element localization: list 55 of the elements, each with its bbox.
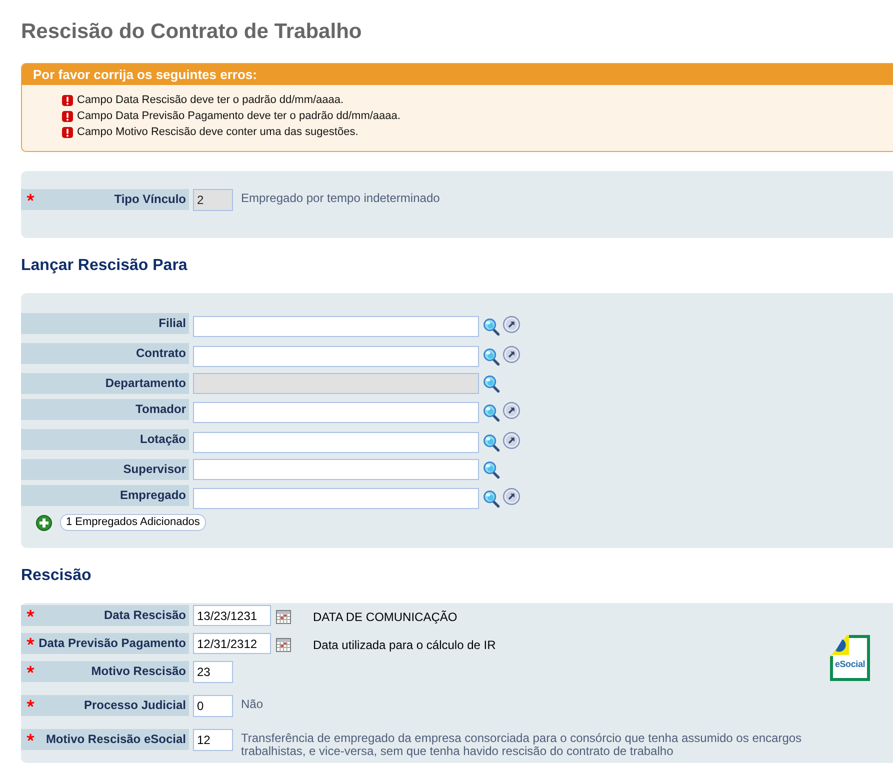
text-field[interactable] xyxy=(193,316,479,337)
field-description: Transferência de empregado da empresa consorciada para o consórcio que tenha assumido os encargos trabalhistas, e vice-versa, sem que tenha havido rescisão do contrato de trabalho xyxy=(241,730,803,758)
calendar-icon[interactable] xyxy=(276,610,291,624)
text-field[interactable] xyxy=(193,346,479,367)
error-icon xyxy=(62,126,73,138)
add-icon[interactable] xyxy=(36,514,52,530)
error-icon xyxy=(62,94,73,106)
field-label: Departamento xyxy=(105,375,186,392)
field-label: Tipo Vínculo xyxy=(114,191,186,208)
field-label: Lotação xyxy=(140,431,186,448)
field-label: Data Previsão Pagamento xyxy=(38,635,186,652)
error-message: Campo Data Rescisão deve ter o padrão dd/mm/aaaa. xyxy=(77,93,344,108)
error-message: Campo Data Previsão Pagamento deve ter o padrão dd/mm/aaaa. xyxy=(77,109,400,124)
search-icon[interactable] xyxy=(483,318,500,336)
error-message: Campo Motivo Rescisão deve conter uma das sugestões. xyxy=(77,125,358,140)
field-description: Empregado por tempo indeterminado xyxy=(241,190,440,205)
field-label: Processo Judicial xyxy=(84,697,186,714)
field-label: Tomador xyxy=(136,401,186,418)
search-icon[interactable] xyxy=(483,490,500,508)
arrow-circle-icon[interactable] xyxy=(503,488,520,505)
calendar-icon[interactable] xyxy=(276,638,291,652)
arrow-circle-icon[interactable] xyxy=(503,316,520,333)
text-field[interactable] xyxy=(193,459,479,480)
section-heading: Rescisão xyxy=(21,566,92,586)
arrow-circle-icon[interactable] xyxy=(503,346,520,363)
text-field[interactable]: 12 xyxy=(193,729,233,751)
arrow-circle-icon[interactable] xyxy=(503,432,520,449)
field-label: Filial xyxy=(158,315,186,332)
field-label: Motivo Rescisão xyxy=(91,663,186,680)
search-icon[interactable] xyxy=(483,434,500,452)
field-label: Supervisor xyxy=(123,461,186,478)
field-label: Empregado xyxy=(120,487,186,504)
page-title: Rescisão do Contrato de Trabalho xyxy=(21,19,363,45)
text-field[interactable] xyxy=(193,488,479,509)
error-header: Por favor corrija os seguintes erros: xyxy=(22,64,893,85)
error-icon xyxy=(62,110,73,122)
logo: eSocial xyxy=(830,635,870,681)
search-icon[interactable] xyxy=(483,461,500,479)
section-heading: Lançar Rescisão Para xyxy=(21,256,188,276)
search-icon[interactable] xyxy=(483,404,500,422)
arrow-circle-icon[interactable] xyxy=(503,402,520,419)
text-field[interactable]: 23 xyxy=(193,661,233,683)
field-label: Data Rescisão xyxy=(104,607,186,624)
text-field[interactable]: 12/31/2312 xyxy=(193,633,271,654)
text-field[interactable] xyxy=(193,402,479,423)
field-description: Data utilizada para o cálculo de IR xyxy=(313,637,496,652)
field-label: Contrato xyxy=(136,345,186,362)
field-description: DATA DE COMUNICAÇÃO xyxy=(313,609,458,624)
field-label: Motivo Rescisão eSocial xyxy=(46,731,186,748)
added-employees-button[interactable]: 1 Empregados Adicionados xyxy=(60,514,206,531)
text-field[interactable] xyxy=(193,432,479,453)
search-icon[interactable] xyxy=(483,348,500,366)
text-field[interactable]: 0 xyxy=(193,695,233,717)
field-description: Não xyxy=(241,696,264,711)
text-field[interactable]: 13/23/1231 xyxy=(193,605,271,626)
